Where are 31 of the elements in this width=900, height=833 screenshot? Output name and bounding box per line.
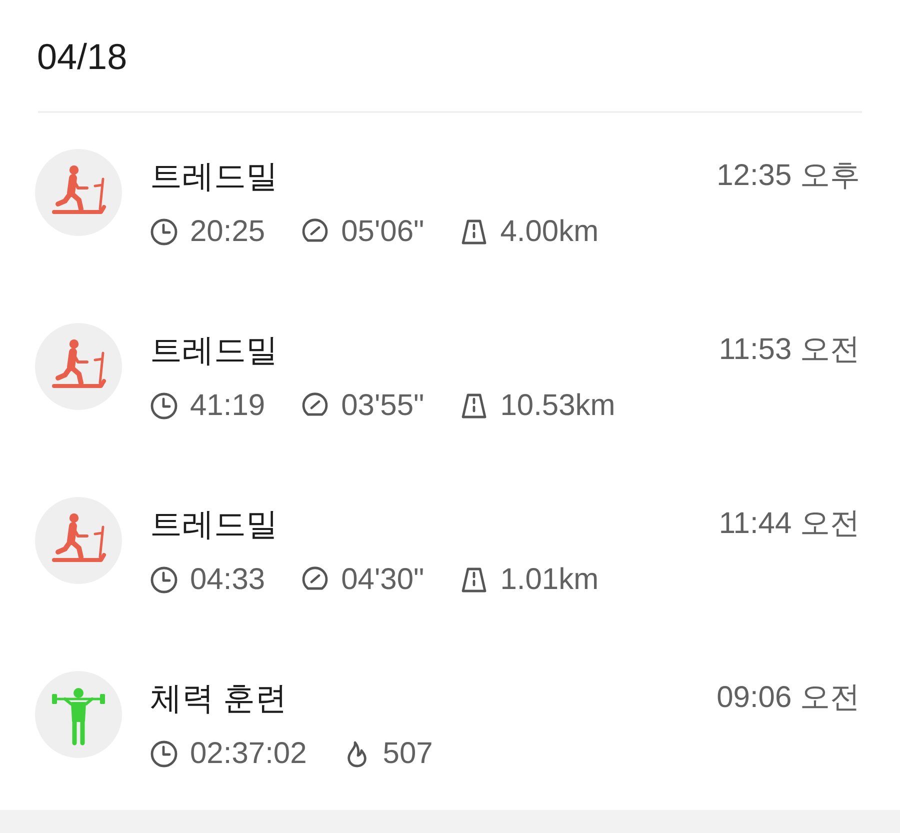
workout-title: 트레드밀: [150, 157, 278, 196]
person-on-treadmill-icon: [35, 497, 122, 584]
date-heading: 04/18: [37, 37, 128, 77]
road-icon: [460, 218, 488, 246]
workout-time: 11:44 오전: [718, 506, 860, 542]
duration-value: 20:25: [190, 214, 266, 250]
clock-icon: [150, 218, 178, 246]
workout-title: 체력 훈련: [150, 679, 287, 718]
clock-icon: [150, 566, 178, 594]
workout-title: 트레드밀: [150, 505, 278, 544]
road-icon: [460, 566, 488, 594]
duration-value: 04:33: [190, 562, 266, 598]
clock-icon: [150, 740, 178, 768]
calories-value: 507: [382, 736, 433, 772]
person-on-treadmill-icon: [35, 149, 122, 236]
workout-time: 11:53 오전: [718, 332, 860, 368]
workout-time: 09:06 오전: [716, 680, 860, 716]
distance-value: 10.53km: [500, 388, 616, 424]
pace-value: 04'30": [341, 562, 424, 598]
duration-value: 41:19: [190, 388, 266, 424]
duration-value: 02:37:02: [190, 736, 307, 772]
distance-value: 4.00km: [500, 214, 599, 250]
clock-icon: [150, 392, 178, 420]
person-lifting-barbell-icon: [35, 671, 122, 758]
road-icon: [460, 392, 488, 420]
pace-value: 05'06": [341, 214, 424, 250]
distance-value: 1.01km: [500, 562, 599, 598]
person-on-treadmill-icon: [35, 323, 122, 410]
workout-title: 트레드밀: [150, 331, 278, 370]
pace-value: 03'55": [341, 388, 424, 424]
workout-time: 12:35 오후: [716, 158, 860, 194]
